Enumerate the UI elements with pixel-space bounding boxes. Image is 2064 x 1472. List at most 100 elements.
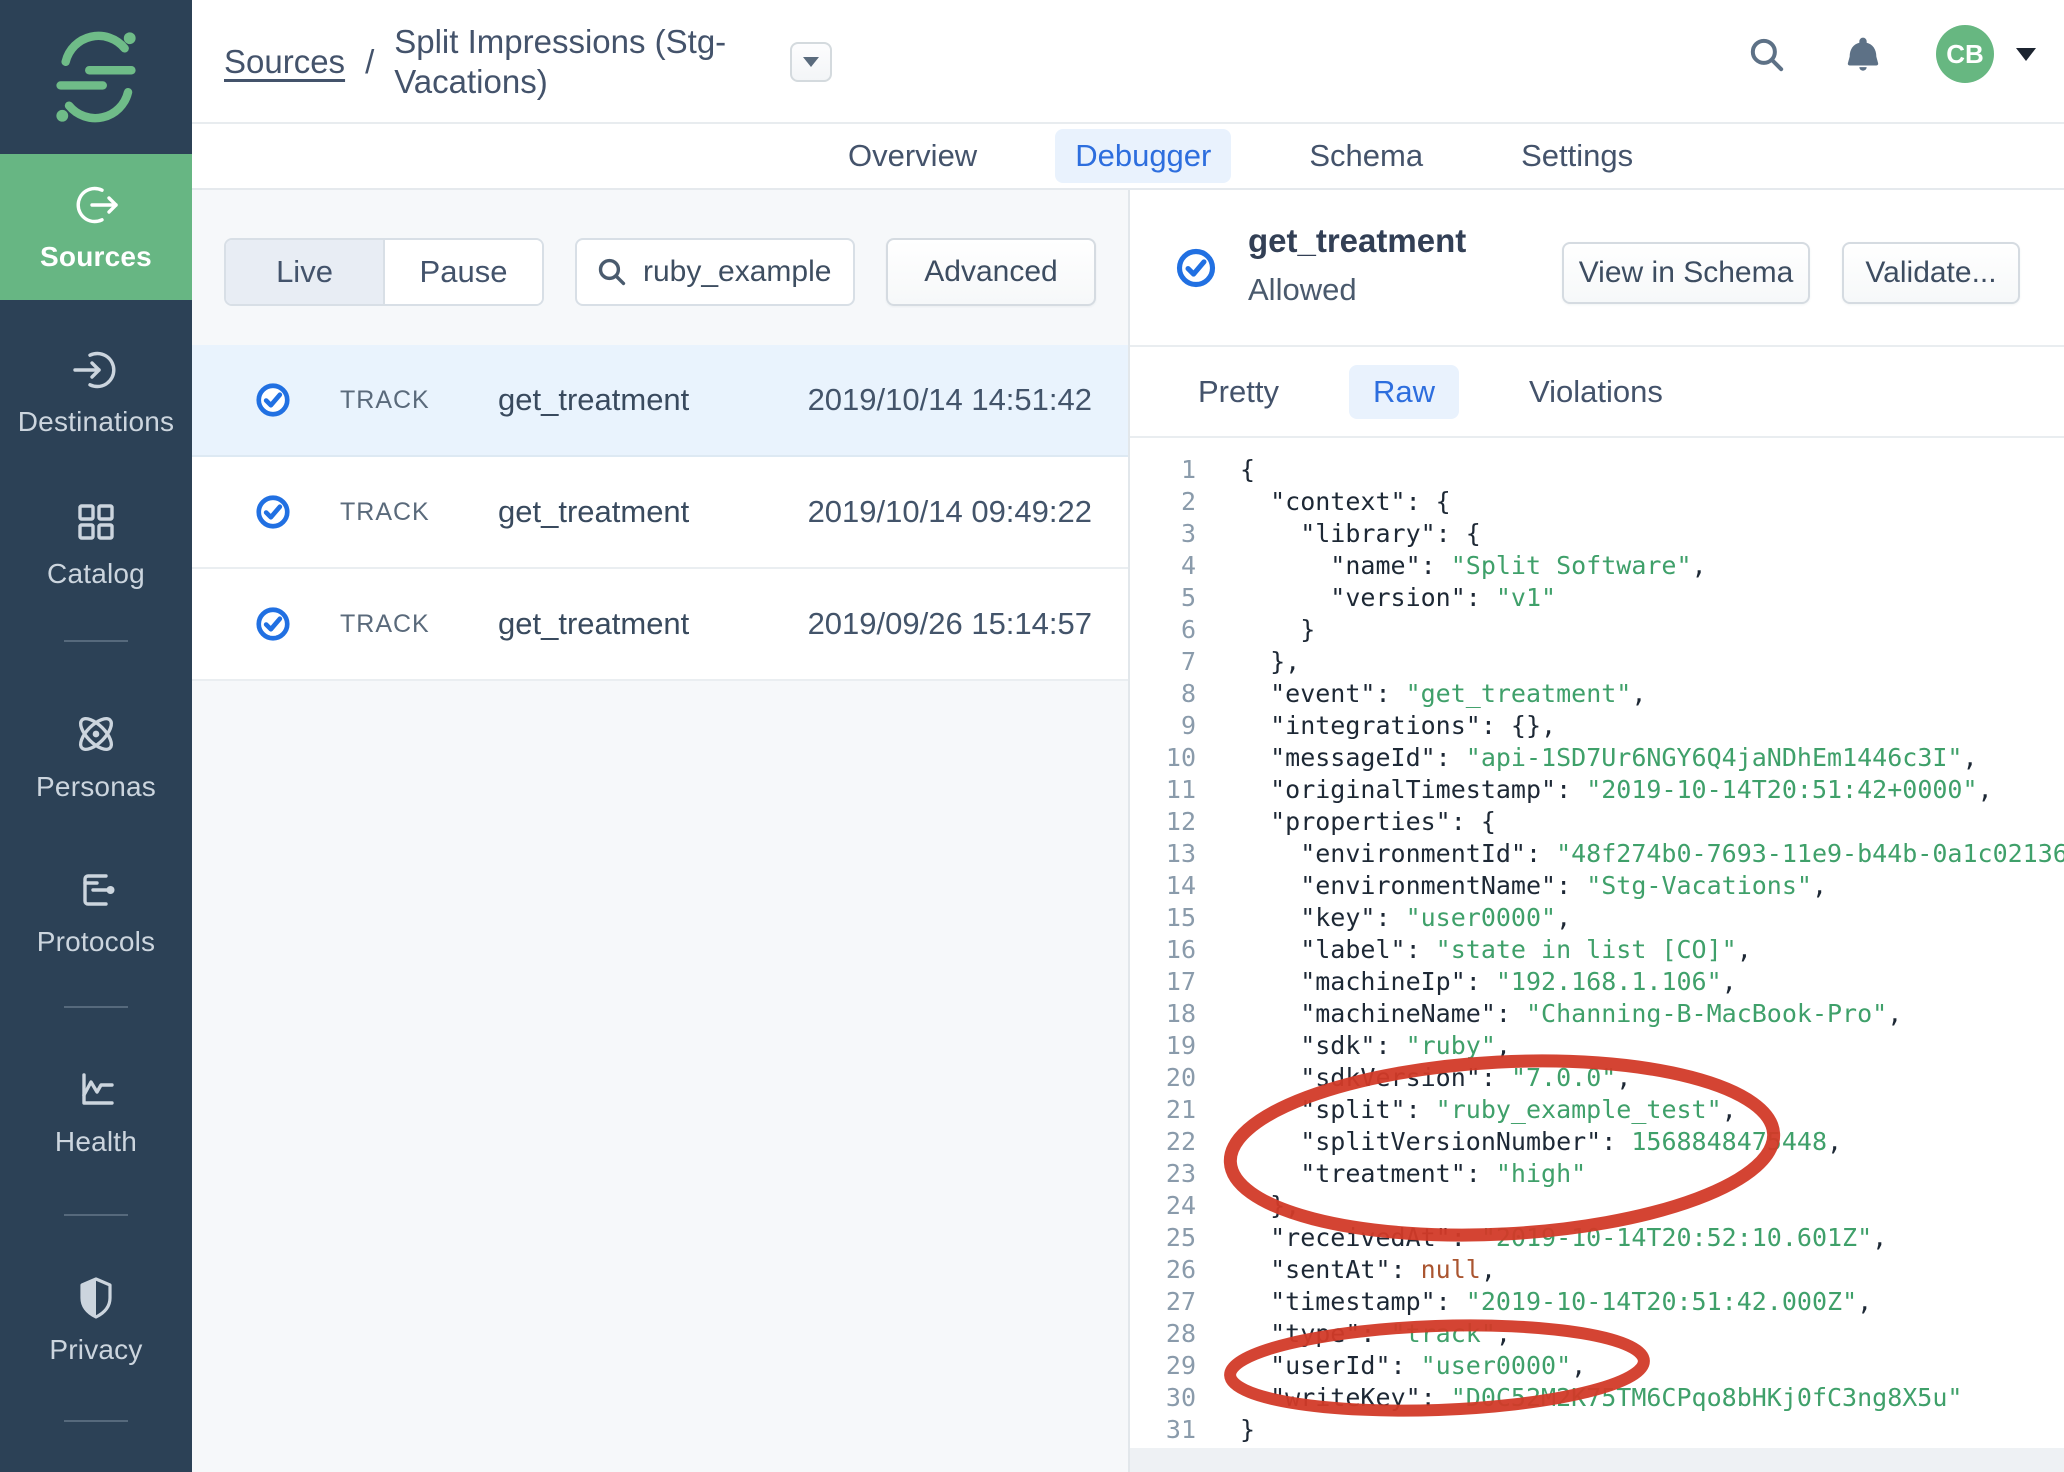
code-line: 20 "sdkVersion": "7.0.0", (1130, 1062, 2064, 1094)
page-title: Split Impressions (Stg-Vacations) (394, 22, 786, 102)
code-line: 25 "receivedAt": "2019-10-14T20:52:10.60… (1130, 1222, 2064, 1254)
code-line: 29 "userId": "user0000", (1130, 1350, 2064, 1382)
tab-violations[interactable]: Violations (1505, 365, 1687, 419)
search-value: ruby_example (643, 255, 831, 289)
sidebar-item-label: Sources (40, 241, 152, 273)
code-line: 30 "writeKey": "D0C52M2K75TM6CPqo8bHKj0f… (1130, 1382, 2064, 1414)
event-detail-panel: get_treatment Allowed View in Schema Val… (1130, 190, 2064, 1472)
tab-settings[interactable]: Settings (1501, 129, 1653, 183)
top-header: Sources / Split Impressions (Stg-Vacatio… (192, 0, 2064, 124)
privacy-icon (72, 1274, 120, 1322)
validate-button[interactable]: Validate... (1842, 242, 2020, 304)
tab-overview[interactable]: Overview (828, 129, 997, 183)
sidebar-divider (64, 1006, 128, 1008)
view-in-schema-button[interactable]: View in Schema (1562, 242, 1810, 304)
code-line: 17 "machineIp": "192.168.1.106", (1130, 966, 2064, 998)
app-window: Sources Destinations Catalog (0, 0, 2064, 1472)
event-search-input[interactable]: ruby_example (575, 238, 855, 306)
search-button[interactable] (1746, 34, 1788, 81)
tab-raw[interactable]: Raw (1349, 365, 1459, 419)
code-line: 15 "key": "user0000", (1130, 902, 2064, 934)
sidebar-item-privacy[interactable]: Privacy (0, 1252, 192, 1388)
event-type-badge: TRACK (340, 498, 450, 527)
code-line: 5 "version": "v1" (1130, 582, 2064, 614)
sidebar-item-label: Personas (36, 771, 156, 803)
code-line: 4 "name": "Split Software", (1130, 550, 2064, 582)
sidebar-item-protocols[interactable]: Protocols (0, 844, 192, 980)
sidebar-item-label: Protocols (37, 926, 156, 958)
code-line: 7 }, (1130, 646, 2064, 678)
allowed-check-icon (254, 381, 292, 419)
code-scrollbar[interactable] (1130, 1448, 2064, 1472)
sidebar-item-destinations[interactable]: Destinations (0, 324, 192, 460)
code-line: 11 "originalTimestamp": "2019-10-14T20:5… (1130, 774, 2064, 806)
tab-pretty[interactable]: Pretty (1174, 365, 1303, 419)
source-switcher-button[interactable] (790, 42, 832, 82)
code-line: 18 "machineName": "Channing-B-MacBook-Pr… (1130, 998, 2064, 1030)
notifications-button[interactable] (1842, 34, 1884, 81)
code-line: 24 }, (1130, 1190, 2064, 1222)
breadcrumb: Sources / Split Impressions (Stg-Vacatio… (224, 0, 786, 124)
sidebar-item-sources[interactable]: Sources (0, 154, 192, 300)
event-type-badge: TRACK (340, 386, 450, 415)
catalog-icon (72, 498, 120, 546)
protocols-icon (72, 866, 120, 914)
event-timestamp: 2019/09/26 15:14:57 (808, 606, 1092, 642)
event-type-badge: TRACK (340, 610, 450, 639)
event-timestamp: 2019/10/14 09:49:22 (808, 494, 1092, 530)
code-line: 26 "sentAt": null, (1130, 1254, 2064, 1286)
sidebar-item-catalog[interactable]: Catalog (0, 476, 192, 612)
code-line: 10 "messageId": "api-1SD7Ur6NGY6Q4jaNDhE… (1130, 742, 2064, 774)
segment-logo[interactable] (0, 0, 192, 154)
code-line: 2 "context": { (1130, 486, 2064, 518)
chevron-down-icon (803, 57, 819, 67)
tab-schema[interactable]: Schema (1289, 129, 1443, 183)
event-row[interactable]: TRACK get_treatment 2019/10/14 09:49:22 (192, 457, 1128, 569)
sidebar-item-personas[interactable]: Personas (0, 688, 192, 824)
sidebar-item-health[interactable]: Health (0, 1044, 192, 1180)
sidebar-divider (64, 1420, 128, 1422)
payload-view-tabs: Pretty Raw Violations (1130, 347, 2064, 438)
sources-icon (72, 181, 120, 229)
event-row[interactable]: TRACK get_treatment 2019/09/26 15:14:57 (192, 569, 1128, 681)
code-line: 21 "split": "ruby_example_test", (1130, 1094, 2064, 1126)
avatar[interactable]: CB (1936, 25, 1994, 83)
code-line: 3 "library": { (1130, 518, 2064, 550)
breadcrumb-separator: / (365, 43, 374, 81)
code-line: 6 } (1130, 614, 2064, 646)
code-line: 22 "splitVersionNumber": 1568848475448, (1130, 1126, 2064, 1158)
code-lines[interactable]: 1{2 "context": {3 "library": {4 "name": … (1130, 438, 2064, 1448)
event-timestamp: 2019/10/14 14:51:42 (808, 382, 1092, 418)
search-icon (1746, 34, 1788, 76)
code-line: 23 "treatment": "high" (1130, 1158, 2064, 1190)
allowed-check-icon (254, 493, 292, 531)
health-icon (72, 1066, 120, 1114)
sidebar-divider (64, 640, 128, 642)
event-detail-header: get_treatment Allowed View in Schema Val… (1130, 190, 2064, 347)
event-list: TRACK get_treatment 2019/10/14 14:51:42 … (192, 345, 1128, 681)
search-icon (595, 255, 629, 289)
sidebar-item-label: Destinations (18, 406, 174, 438)
debugger-event-panel: Live Pause ruby_example Advanced TRACK g… (192, 190, 1130, 1472)
pause-button[interactable]: Pause (385, 240, 542, 304)
event-name: get_treatment (498, 382, 689, 418)
tab-debugger[interactable]: Debugger (1055, 129, 1231, 183)
sidebar-divider (64, 1214, 128, 1216)
code-line: 14 "environmentName": "Stg-Vacations", (1130, 870, 2064, 902)
allowed-check-icon (254, 605, 292, 643)
bell-icon (1842, 34, 1884, 76)
sidebar-item-label: Catalog (47, 558, 145, 590)
sidebar-item-label: Health (55, 1126, 137, 1158)
event-row[interactable]: TRACK get_treatment 2019/10/14 14:51:42 (192, 345, 1128, 457)
segment-logo-icon (52, 18, 140, 136)
code-line: 19 "sdk": "ruby", (1130, 1030, 2064, 1062)
advanced-button[interactable]: Advanced (886, 238, 1096, 306)
source-tabbar: Overview Debugger Schema Settings (192, 124, 2064, 190)
breadcrumb-sources-link[interactable]: Sources (224, 43, 345, 81)
code-line: 1{ (1130, 454, 2064, 486)
code-line: 27 "timestamp": "2019-10-14T20:51:42.000… (1130, 1286, 2064, 1318)
account-menu-caret-icon[interactable] (2016, 48, 2036, 61)
event-detail-title: get_treatment (1248, 222, 1466, 260)
event-name: get_treatment (498, 606, 689, 642)
live-button[interactable]: Live (226, 240, 385, 304)
